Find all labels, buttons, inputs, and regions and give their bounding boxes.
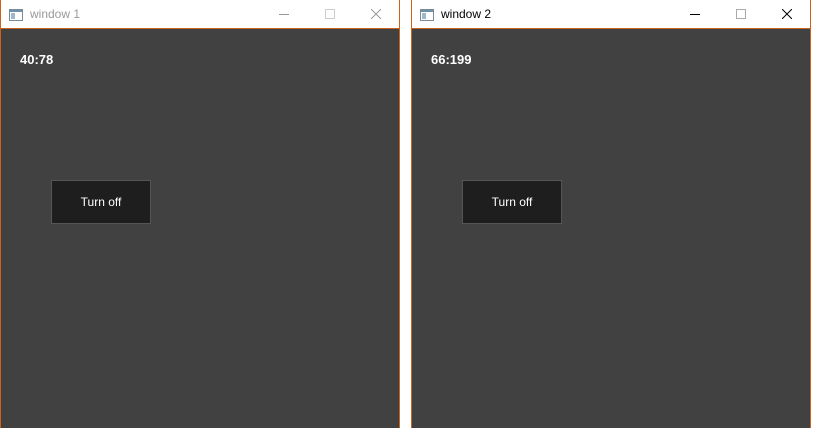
window-2: window 2 66:199 Turn off [411, 0, 811, 428]
counter-label: 40:78 [20, 52, 54, 67]
minimize-icon [690, 14, 700, 15]
turn-off-button[interactable]: Turn off [462, 180, 562, 224]
minimize-button[interactable] [261, 0, 307, 28]
maximize-icon [325, 9, 335, 19]
app-window-icon [9, 8, 23, 21]
window-1: window 1 40:78 Turn off [0, 0, 400, 428]
app-window-icon [420, 8, 434, 21]
close-button[interactable] [353, 0, 399, 28]
minimize-icon [279, 14, 289, 15]
close-button[interactable] [764, 0, 810, 28]
maximize-button[interactable] [718, 0, 764, 28]
desktop-gap [400, 0, 411, 428]
counter-label: 66:199 [431, 52, 472, 67]
title-bar[interactable]: window 1 [1, 0, 399, 29]
title-bar[interactable]: window 2 [412, 0, 810, 29]
maximize-icon [736, 9, 746, 19]
maximize-button[interactable] [307, 0, 353, 28]
minimize-button[interactable] [672, 0, 718, 28]
window-title: window 2 [441, 7, 492, 21]
close-icon [371, 9, 381, 19]
turn-off-button[interactable]: Turn off [51, 180, 151, 224]
close-icon [782, 9, 792, 19]
window-title: window 1 [30, 7, 81, 21]
